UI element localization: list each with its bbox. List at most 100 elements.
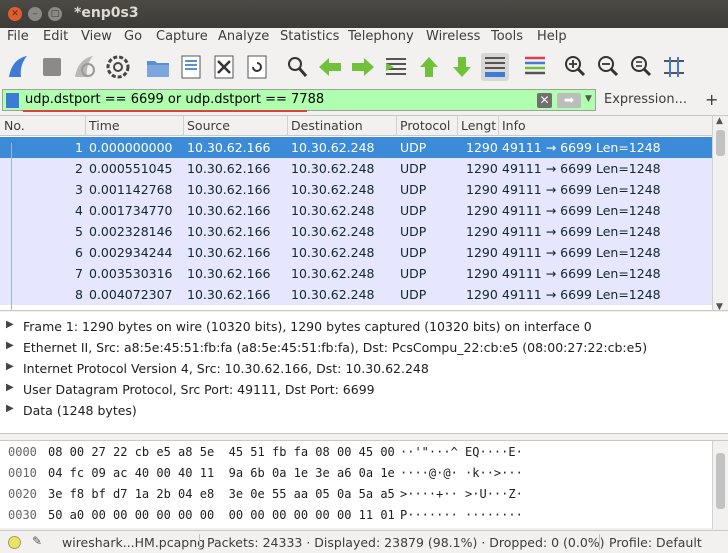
menu-analyze[interactable]: Analyze bbox=[218, 29, 269, 44]
packet-row[interactable]: 4 0.001734770 10.30.62.166 10.30.62.248 UDP 1… bbox=[0, 200, 712, 221]
expand-arrow-icon[interactable]: ▶ bbox=[6, 403, 14, 414]
scroll-down-icon[interactable]: ▼ bbox=[716, 302, 723, 310]
column-source[interactable]: Source bbox=[187, 118, 285, 133]
scroll-thumb[interactable] bbox=[716, 453, 725, 509]
expand-arrow-icon[interactable]: ▶ bbox=[6, 340, 14, 351]
packet-cell-no: 3 bbox=[75, 182, 83, 197]
close-file-icon[interactable] bbox=[210, 53, 238, 81]
filter-history-dropdown-icon[interactable]: ▼ bbox=[585, 94, 592, 104]
detail-udp[interactable]: ▶ User Datagram Protocol, Src Port: 4911… bbox=[0, 379, 728, 400]
filter-bookmark-icon[interactable] bbox=[6, 93, 19, 108]
status-profile[interactable]: Profile: Default bbox=[609, 535, 702, 550]
column-length[interactable]: Lengtl bbox=[461, 118, 497, 133]
bytes-row[interactable]: 0020 3e f8 bf d7 1a 2b 04 e8 3e 0e 55 aa… bbox=[0, 484, 712, 505]
bytes-row[interactable]: 0010 04 fc 09 ac 40 00 40 11 9a 6b 0a 1e… bbox=[0, 463, 712, 484]
open-file-icon[interactable] bbox=[144, 53, 172, 81]
apply-filter-icon[interactable]: ➡ bbox=[557, 93, 581, 108]
zoom-out-icon[interactable] bbox=[594, 53, 622, 81]
find-packet-icon[interactable] bbox=[283, 53, 311, 81]
status-file-name: wireshark...HM.pcapng bbox=[62, 535, 206, 550]
autoscroll-icon[interactable] bbox=[481, 53, 509, 81]
detail-ip[interactable]: ▶ Internet Protocol Version 4, Src: 10.3… bbox=[0, 358, 728, 379]
column-protocol[interactable]: Protocol bbox=[400, 118, 456, 133]
scroll-up-icon[interactable]: ▲ bbox=[716, 116, 723, 126]
packet-list-scrollbar[interactable]: ▲ ▼ bbox=[712, 116, 728, 310]
detail-ethernet[interactable]: ▶ Ethernet II, Src: a8:5e:45:51:fb:fa (a… bbox=[0, 337, 728, 358]
capture-comment-icon[interactable]: ✎ bbox=[32, 534, 42, 548]
menu-view[interactable]: View bbox=[81, 29, 112, 44]
menu-go[interactable]: Go bbox=[124, 29, 142, 44]
packet-row[interactable]: 8 0.004072307 10.30.62.166 10.30.62.248 UDP 1… bbox=[0, 284, 712, 305]
packet-cell-proto: UDP bbox=[400, 161, 427, 176]
zoom-normal-icon[interactable] bbox=[627, 53, 655, 81]
menu-telephony[interactable]: Telephony bbox=[348, 29, 414, 44]
window-title: *enp0s3 bbox=[74, 5, 139, 21]
go-to-packet-icon[interactable] bbox=[382, 53, 410, 81]
go-forward-icon[interactable] bbox=[349, 53, 377, 81]
menu-statistics[interactable]: Statistics bbox=[280, 29, 339, 44]
bytes-scrollbar[interactable] bbox=[712, 441, 728, 529]
capture-options-icon[interactable] bbox=[104, 53, 132, 81]
packet-row[interactable]: 2 0.000551045 10.30.62.166 10.30.62.248 UDP 1… bbox=[0, 158, 712, 179]
packet-cell-dst: 10.30.62.248 bbox=[291, 203, 375, 218]
filter-underline bbox=[23, 110, 307, 112]
go-first-icon[interactable] bbox=[415, 53, 443, 81]
packet-cell-info: 49111 → 6699 Len=1248 bbox=[502, 245, 661, 260]
expand-arrow-icon[interactable]: ▶ bbox=[6, 319, 14, 330]
expert-info-icon[interactable] bbox=[8, 536, 21, 549]
filter-text[interactable]: udp.dstport == 6699 or udp.dstport == 77… bbox=[25, 92, 324, 107]
packet-cell-dst: 10.30.62.248 bbox=[291, 287, 375, 302]
reload-file-icon[interactable] bbox=[243, 53, 271, 81]
menu-file[interactable]: File bbox=[7, 29, 29, 44]
minimize-window-button[interactable]: – bbox=[28, 7, 42, 21]
close-window-button[interactable]: ✕ bbox=[8, 7, 22, 21]
packet-row[interactable]: 5 0.002328146 10.30.62.166 10.30.62.248 UDP 1… bbox=[0, 221, 712, 242]
bytes-row[interactable]: 0000 08 00 27 22 cb e5 a8 5e 45 51 fb fa… bbox=[0, 442, 712, 463]
display-filter-bar: udp.dstport == 6699 or udp.dstport == 77… bbox=[0, 88, 728, 113]
expand-arrow-icon[interactable]: ▶ bbox=[6, 361, 14, 372]
go-last-icon[interactable] bbox=[448, 53, 476, 81]
packet-cell-len: 1290 bbox=[466, 140, 498, 155]
packet-cell-time: 0.003530316 bbox=[89, 266, 173, 281]
column-info[interactable]: Info bbox=[502, 118, 702, 133]
packet-cell-src: 10.30.62.166 bbox=[187, 140, 271, 155]
scroll-thumb[interactable] bbox=[716, 130, 725, 156]
detail-frame[interactable]: ▶ Frame 1: 1290 bytes on wire (10320 bit… bbox=[0, 316, 728, 337]
packet-cell-no: 8 bbox=[75, 287, 83, 302]
status-packet-counts: Packets: 24333 · Displayed: 23879 (98.1%… bbox=[207, 535, 605, 550]
detail-data[interactable]: ▶ Data (1248 bytes) bbox=[0, 400, 728, 421]
expand-arrow-icon[interactable]: ▶ bbox=[6, 382, 14, 393]
packet-cell-proto: UDP bbox=[400, 287, 427, 302]
expression-button[interactable]: Expression... bbox=[604, 92, 687, 107]
packet-cell-proto: UDP bbox=[400, 140, 427, 155]
packet-row[interactable]: 6 0.002934244 10.30.62.166 10.30.62.248 UDP 1… bbox=[0, 242, 712, 263]
column-no[interactable]: No. bbox=[4, 118, 84, 133]
restart-capture-icon[interactable] bbox=[71, 53, 99, 81]
column-time[interactable]: Time bbox=[89, 118, 181, 133]
menu-wireless[interactable]: Wireless bbox=[426, 29, 480, 44]
clear-filter-icon[interactable]: ✕ bbox=[537, 93, 552, 108]
packet-cell-info: 49111 → 6699 Len=1248 bbox=[502, 182, 661, 197]
menu-help[interactable]: Help bbox=[537, 29, 567, 44]
bytes-row[interactable]: 0030 50 a0 00 00 00 00 00 00 00 00 00 00… bbox=[0, 505, 712, 526]
packet-cell-proto: UDP bbox=[400, 182, 427, 197]
colorize-icon[interactable] bbox=[521, 53, 549, 81]
maximize-window-button[interactable]: □ bbox=[48, 7, 62, 21]
menu-tools[interactable]: Tools bbox=[491, 29, 523, 44]
add-filter-button[interactable]: + bbox=[705, 90, 718, 109]
packet-bytes-pane: 0000 08 00 27 22 cb e5 a8 5e 45 51 fb fa… bbox=[0, 440, 728, 529]
menu-capture[interactable]: Capture bbox=[156, 29, 208, 44]
go-back-icon[interactable] bbox=[316, 53, 344, 81]
zoom-in-icon[interactable] bbox=[561, 53, 589, 81]
start-capture-icon[interactable] bbox=[5, 53, 33, 81]
packet-row[interactable]: 7 0.003530316 10.30.62.166 10.30.62.248 UDP 1… bbox=[0, 263, 712, 284]
packet-row[interactable]: 1 0.000000000 10.30.62.166 10.30.62.248 UDP 1… bbox=[0, 137, 712, 158]
save-file-icon[interactable] bbox=[177, 53, 205, 81]
resize-columns-icon[interactable] bbox=[660, 53, 688, 81]
packet-row[interactable]: 3 0.001142768 10.30.62.166 10.30.62.248 UDP 1… bbox=[0, 179, 712, 200]
display-filter-input[interactable]: udp.dstport == 6699 or udp.dstport == 77… bbox=[2, 89, 596, 112]
menu-edit[interactable]: Edit bbox=[43, 29, 68, 44]
stop-capture-icon[interactable] bbox=[38, 53, 66, 81]
column-destination[interactable]: Destination bbox=[291, 118, 395, 133]
packet-cell-info: 49111 → 6699 Len=1248 bbox=[502, 224, 661, 239]
